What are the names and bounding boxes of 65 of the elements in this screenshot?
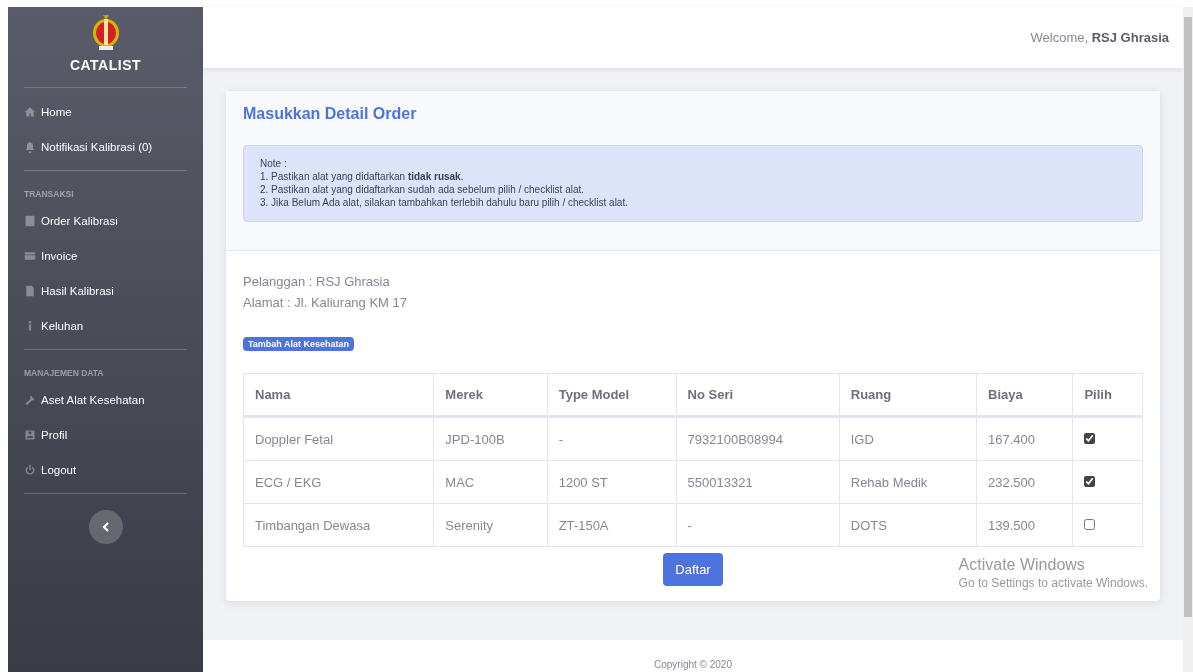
table-cell: Rehab Medik [839,460,977,504]
column-header: Pilih [1072,373,1143,417]
table-cell: JPD-100B [433,416,548,461]
column-header: Nama [243,373,434,417]
table-cell: 167.400 [976,416,1073,461]
emblem-logo [90,13,121,51]
menu-item-icon [24,140,36,153]
table-cell: 1200 ST [547,460,677,504]
activation-title: Activate Windows [958,556,1086,574]
table-cell: - [676,503,840,547]
table-cell: Timbangan Dewasa [243,503,434,547]
select-checkbox[interactable] [1084,475,1096,487]
select-checkbox[interactable] [1084,518,1096,530]
sidebar-item[interactable]: Aset Alat Kesehatan [24,382,187,417]
table-cell: ZT-150A [547,503,677,547]
menu-item-icon [24,428,36,441]
welcome-text: Welcome, RSJ Ghrasia [1030,30,1169,45]
column-header: Type Model [547,373,677,417]
table-cell: - [547,416,677,461]
menu-item-icon [24,105,36,118]
sidebar-item[interactable]: Order Kalibrasi [24,203,187,238]
column-header: Biaya [976,373,1073,417]
sidebar-heading: MANAJEMEN DATA [24,367,105,380]
note-heading: Note : [260,157,288,170]
sidebar-item[interactable]: Home [24,94,187,129]
menu-item-icon [24,284,36,297]
add-equipment-button[interactable]: Tambah Alat Kesehatan [243,337,355,351]
copyright-text: Copyright © 2020 [654,659,732,672]
sidebar-item[interactable]: Notifikasi Kalibrasi (0) [24,129,187,164]
note-line: 3. Jika Belum Ada alat, silakan tambahkan terlebih dahulu baru pilih / checklist alat. [260,196,629,209]
menu-item-icon [24,393,36,406]
sidebar-item[interactable]: Keluhan [24,308,187,343]
customer-text: Pelanggan : RSJ Ghrasia [243,273,391,291]
address-text: Alamat : Jl. Kaliurang KM 17 [243,294,409,312]
menu-item-icon [24,214,36,227]
column-header: Merek [433,373,548,417]
column-header: No Seri [676,373,840,417]
scrollbar[interactable] [1183,7,1193,672]
select-checkbox[interactable] [1084,432,1096,444]
table-cell: 7932100B08994 [676,416,840,461]
note-line: 1. Pastikan alat yang didaftarkan tidak rusak. [260,170,465,183]
activation-subtitle: Go to Settings to activate Windows. [958,576,1148,590]
sidebar-item[interactable]: Profil [24,417,187,452]
sidebar-heading: TRANSAKSI [24,188,75,201]
column-header: Ruang [839,373,977,417]
note-line: 2. Pastikan alat yang didaftarkan sudah ada sebelum pilih / checklist alat. [260,183,586,196]
table-cell: 550013321 [676,460,840,504]
submit-button[interactable]: Daftar [663,553,723,586]
sidebar-toggle-button[interactable] [88,510,123,544]
table-cell: 232.500 [976,460,1073,504]
table-cell: DOTS [839,503,977,547]
menu-item-icon [24,463,36,476]
table-cell: Serenity [433,503,548,547]
sidebar-item[interactable]: Hasil Kalibrasi [24,273,187,308]
table-cell: IGD [839,416,977,461]
sidebar-item[interactable]: Logout [24,452,187,487]
table-cell: 139.500 [976,503,1073,547]
table-cell: MAC [433,460,548,504]
brand-name: CATALIST [69,57,142,73]
card-title: Masukkan Detail Order [243,105,418,123]
menu-item-icon [24,249,36,262]
sidebar-item[interactable]: Invoice [24,238,187,273]
chevron-left-icon [100,522,111,532]
table-cell: Doppler Fetal [243,416,434,461]
table-cell: ECG / EKG [243,460,434,504]
